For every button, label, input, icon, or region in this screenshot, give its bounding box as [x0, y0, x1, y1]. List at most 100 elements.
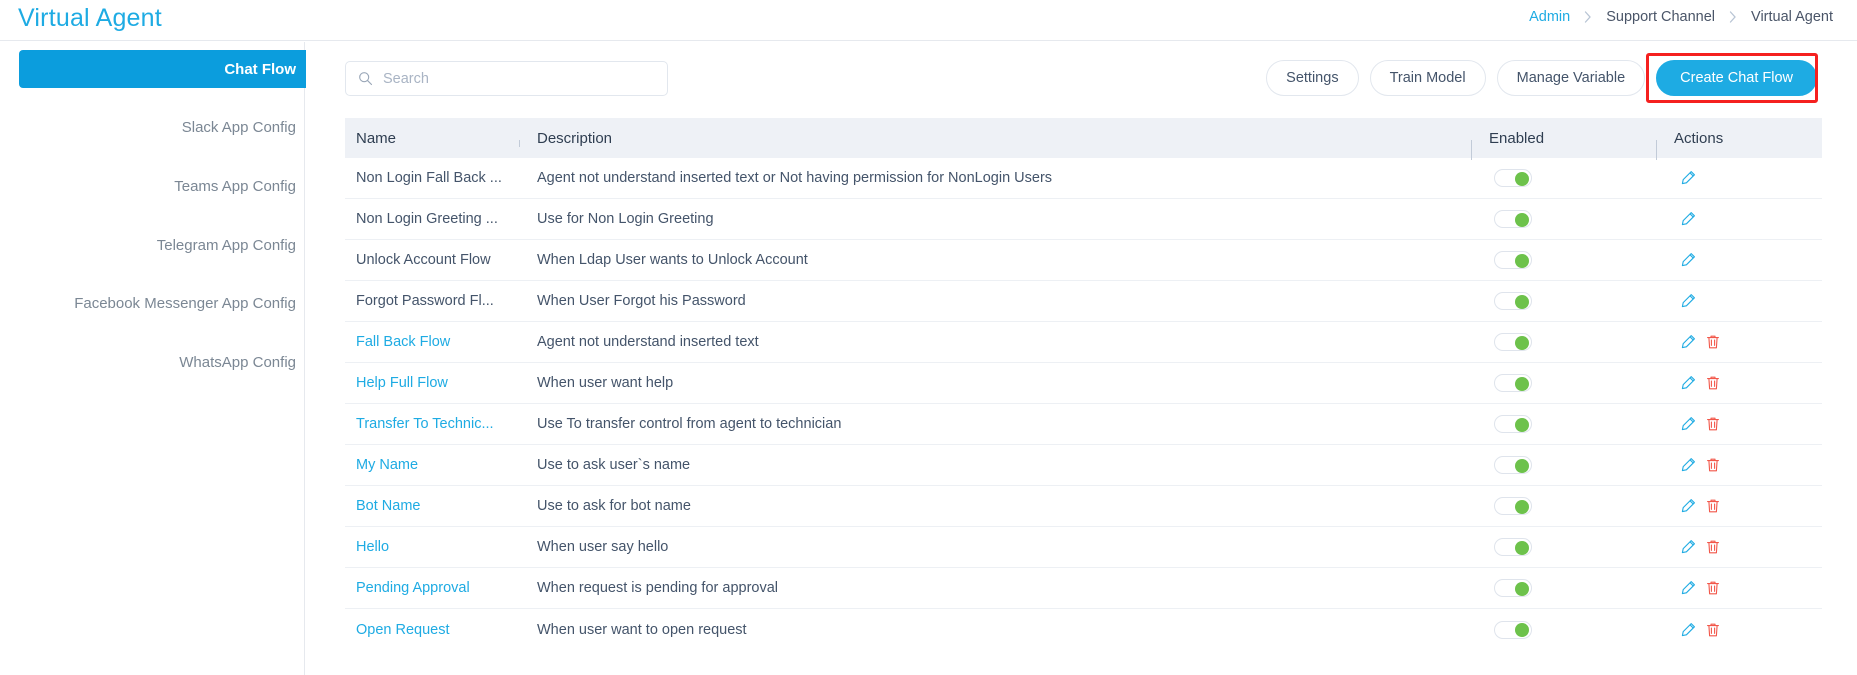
enabled-toggle[interactable]	[1494, 333, 1532, 351]
trash-icon[interactable]	[1705, 622, 1721, 638]
cell-name: Non Login Fall Back ...	[345, 170, 519, 186]
enabled-toggle[interactable]	[1494, 415, 1532, 433]
pencil-icon[interactable]	[1680, 170, 1696, 186]
cell-actions	[1656, 211, 1822, 227]
toggle-knob	[1515, 418, 1529, 432]
breadcrumb-item-support-channel[interactable]: Support Channel	[1604, 9, 1717, 25]
cell-name: Non Login Greeting ...	[345, 211, 519, 227]
chat-flow-link[interactable]: My Name	[356, 457, 418, 473]
enabled-toggle[interactable]	[1494, 292, 1532, 310]
chat-flow-link[interactable]: Transfer To Technic...	[356, 416, 494, 432]
chat-flow-link[interactable]: Bot Name	[356, 498, 420, 514]
chat-flow-name: Non Login Greeting ...	[356, 211, 498, 227]
sidebar-item-slack-app-config[interactable]: Slack App Config	[19, 108, 310, 146]
trash-icon[interactable]	[1705, 580, 1721, 596]
pencil-icon[interactable]	[1680, 375, 1696, 391]
cell-enabled	[1471, 251, 1656, 269]
trash-icon[interactable]	[1705, 498, 1721, 514]
cell-name[interactable]: Pending Approval	[345, 580, 519, 596]
table-row: Unlock Account Flow When Ldap User wants …	[345, 240, 1822, 281]
chat-flow-link[interactable]: Open Request	[356, 622, 450, 638]
enabled-toggle[interactable]	[1494, 538, 1532, 556]
breadcrumb-item-admin[interactable]: Admin	[1527, 9, 1572, 25]
cell-name[interactable]: Bot Name	[345, 498, 519, 514]
action-icons	[1680, 580, 1822, 596]
enabled-toggle[interactable]	[1494, 621, 1532, 639]
trash-icon[interactable]	[1705, 334, 1721, 350]
cell-name[interactable]: Transfer To Technic...	[345, 416, 519, 432]
cell-actions	[1656, 498, 1822, 514]
search-box[interactable]	[345, 61, 668, 96]
pencil-icon[interactable]	[1680, 293, 1696, 309]
enabled-toggle[interactable]	[1494, 169, 1532, 187]
enabled-toggle[interactable]	[1494, 210, 1532, 228]
trash-icon[interactable]	[1705, 416, 1721, 432]
action-icons	[1680, 170, 1822, 186]
sidebar-item-facebook-messenger-config[interactable]: Facebook Messenger App Config	[19, 284, 310, 322]
toggle-knob	[1515, 541, 1529, 555]
cell-name[interactable]: Hello	[345, 539, 519, 555]
sidebar-item-label: Facebook Messenger App Config	[74, 295, 296, 312]
table-row: My NameUse to ask user`s name	[345, 445, 1822, 486]
chat-flow-link[interactable]: Fall Back Flow	[356, 334, 450, 350]
settings-button[interactable]: Settings	[1266, 60, 1358, 96]
enabled-toggle[interactable]	[1494, 456, 1532, 474]
trash-icon[interactable]	[1705, 457, 1721, 473]
pencil-icon[interactable]	[1680, 334, 1696, 350]
train-model-button[interactable]: Train Model	[1370, 60, 1486, 96]
sidebar-item-label: Slack App Config	[182, 119, 296, 136]
cell-description: When Ldap User wants to Unlock Account	[519, 252, 1471, 268]
action-icons	[1680, 416, 1822, 432]
cell-actions	[1656, 293, 1822, 309]
pencil-icon[interactable]	[1680, 416, 1696, 432]
breadcrumb: Admin Support Channel Virtual Agent	[1527, 9, 1835, 25]
cell-actions	[1656, 416, 1822, 432]
pencil-icon[interactable]	[1680, 252, 1696, 268]
cell-description: When request is pending for approval	[519, 580, 1471, 596]
trash-icon[interactable]	[1705, 539, 1721, 555]
sidebar-item-teams-app-config[interactable]: Teams App Config	[19, 167, 310, 205]
enabled-toggle[interactable]	[1494, 251, 1532, 269]
pencil-icon[interactable]	[1680, 211, 1696, 227]
sidebar-item-telegram-app-config[interactable]: Telegram App Config	[19, 226, 310, 264]
cell-enabled	[1471, 497, 1656, 515]
action-icons	[1680, 622, 1822, 638]
sidebar-item-label: WhatsApp Config	[179, 354, 296, 371]
chat-flow-link[interactable]: Pending Approval	[356, 580, 470, 596]
enabled-toggle[interactable]	[1494, 579, 1532, 597]
cell-description: Use To transfer control from agent to te…	[519, 416, 1471, 432]
cell-name: Unlock Account Flow	[345, 252, 519, 268]
page-title: Virtual Agent	[18, 4, 162, 33]
action-icons	[1680, 539, 1822, 555]
enabled-toggle[interactable]	[1494, 497, 1532, 515]
pencil-icon[interactable]	[1680, 580, 1696, 596]
sidebar-item-whatsapp-config[interactable]: WhatsApp Config	[19, 343, 310, 381]
toggle-knob	[1515, 336, 1529, 350]
chat-flow-name: Unlock Account Flow	[356, 252, 491, 268]
cell-name[interactable]: Help Full Flow	[345, 375, 519, 391]
cell-name[interactable]: Fall Back Flow	[345, 334, 519, 350]
manage-variable-button[interactable]: Manage Variable	[1497, 60, 1646, 96]
chat-flow-link[interactable]: Hello	[356, 539, 389, 555]
cell-name[interactable]: Open Request	[345, 622, 519, 638]
enabled-toggle[interactable]	[1494, 374, 1532, 392]
trash-icon[interactable]	[1705, 375, 1721, 391]
pencil-icon[interactable]	[1680, 539, 1696, 555]
cell-enabled	[1471, 292, 1656, 310]
action-icons	[1680, 334, 1822, 350]
action-icons	[1680, 293, 1822, 309]
main-content: Settings Train Model Manage Variable Cre…	[306, 42, 1857, 675]
pencil-icon[interactable]	[1680, 622, 1696, 638]
search-input[interactable]	[381, 62, 641, 95]
cell-enabled	[1471, 374, 1656, 392]
sidebar-item-label: Chat Flow	[224, 61, 296, 78]
toggle-knob	[1515, 582, 1529, 596]
pencil-icon[interactable]	[1680, 457, 1696, 473]
pencil-icon[interactable]	[1680, 498, 1696, 514]
sidebar-item-chat-flow[interactable]: Chat Flow	[19, 50, 310, 88]
table-row: Transfer To Technic... Use To transfer co…	[345, 404, 1822, 445]
cell-actions	[1656, 539, 1822, 555]
cell-name[interactable]: My Name	[345, 457, 519, 473]
create-chat-flow-button[interactable]: Create Chat Flow	[1656, 60, 1817, 96]
chat-flow-link[interactable]: Help Full Flow	[356, 375, 448, 391]
